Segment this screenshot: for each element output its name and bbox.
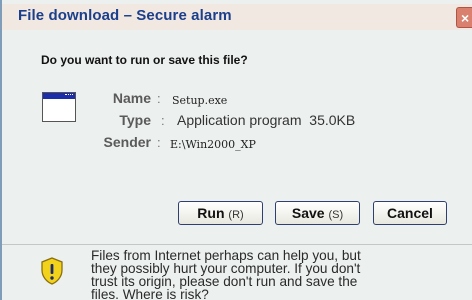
type-colon: : (161, 113, 165, 128)
cancel-button[interactable]: Cancel (373, 201, 447, 225)
divider (2, 244, 472, 245)
sender-colon: : (157, 135, 161, 150)
save-button-label: Save (291, 205, 325, 221)
security-warning-text: Files from Internet perhaps can help you… (91, 248, 361, 300)
close-icon: × (461, 10, 470, 26)
title-bar[interactable]: File download – Secure alarm × (2, 4, 472, 30)
prompt-question: Do you want to run or save this file? (41, 53, 248, 67)
sender-value: E:\Win2000_XP (170, 138, 256, 151)
application-window-icon (42, 92, 76, 122)
type-label: Type (119, 112, 151, 128)
name-value: Setup.exe (172, 94, 228, 107)
run-button-label: Run (197, 205, 225, 221)
name-label: Name (112, 90, 151, 106)
cancel-button-label: Cancel (387, 205, 433, 221)
dialog-title: File download – Secure alarm (18, 7, 232, 24)
name-colon: : (157, 91, 161, 106)
sender-label: Sender (103, 134, 151, 150)
file-download-dialog: File download – Secure alarm × Do you wa… (0, 0, 472, 300)
save-button[interactable]: Save (S) (275, 201, 360, 225)
save-accelerator: (S) (328, 209, 344, 221)
run-accelerator: (R) (228, 209, 244, 221)
run-button[interactable]: Run (R) (178, 201, 263, 225)
type-value: Application program 35.0KB (177, 112, 356, 128)
close-button[interactable]: × (456, 7, 472, 28)
shield-warning-icon (41, 257, 63, 285)
